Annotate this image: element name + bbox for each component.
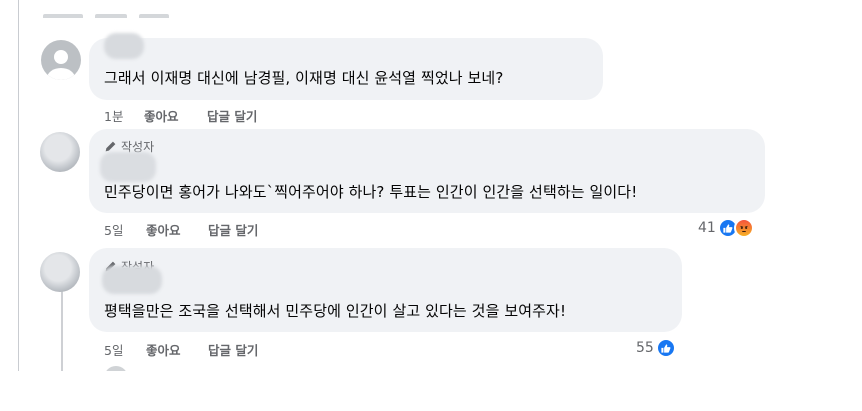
author-name[interactable]	[104, 33, 144, 59]
panel-border	[18, 0, 19, 372]
author-name[interactable]	[102, 266, 162, 294]
reaction-count: 55	[636, 340, 654, 356]
avatar[interactable]	[40, 132, 80, 172]
like-button[interactable]: 좋아요	[146, 340, 208, 359]
angry-icon	[733, 218, 754, 238]
like-button[interactable]: 좋아요	[146, 220, 208, 239]
comment-time[interactable]: 5일	[104, 340, 146, 359]
reaction-summary[interactable]: 41	[698, 218, 754, 238]
comment-text: 그래서 이재명 대신에 남경필, 이재명 대신 윤석열 찍었나 보네?	[104, 69, 504, 87]
comment-actions: 5일 좋아요 답글 달기	[104, 220, 258, 239]
reply-button[interactable]: 답글 달기	[208, 340, 258, 359]
avatar[interactable]	[41, 40, 81, 80]
page-bottom-mask	[0, 371, 862, 411]
comment-actions: 1분 좋아요 답글 달기	[104, 106, 257, 125]
thread-line	[61, 290, 63, 372]
comment-text: 평택을만은 조국을 선택해서 민주당에 인간이 살고 있다는 것을 보여주자!	[104, 302, 567, 320]
reaction-count: 41	[698, 220, 716, 236]
reply-button[interactable]: 답글 달기	[207, 106, 257, 125]
reaction-summary[interactable]: 55	[636, 338, 676, 358]
comment-actions: 5일 좋아요 답글 달기	[104, 340, 258, 359]
comment-text: 민주당이면 홍어가 나와도`찍어주어야 하나? 투표는 인간이 인간을 선택하는…	[104, 183, 638, 201]
reply-button[interactable]: 답글 달기	[208, 220, 258, 239]
author-name[interactable]	[100, 152, 156, 182]
like-icon	[655, 338, 676, 358]
avatar[interactable]	[40, 252, 80, 292]
cropped-previous-actions	[43, 6, 173, 18]
comment-time[interactable]: 5일	[104, 220, 146, 239]
comment-time[interactable]: 1분	[104, 106, 144, 125]
like-button[interactable]: 좋아요	[144, 106, 207, 125]
